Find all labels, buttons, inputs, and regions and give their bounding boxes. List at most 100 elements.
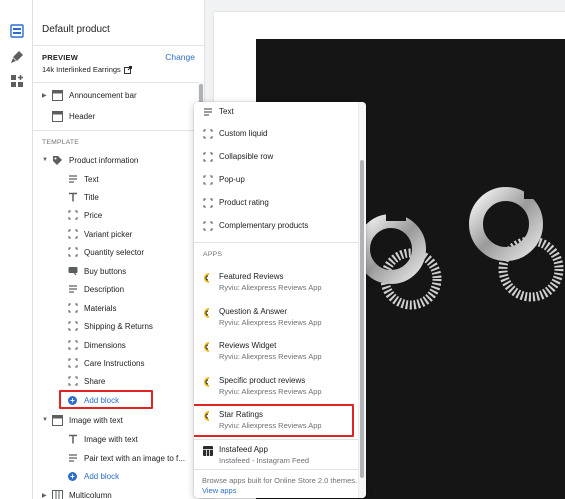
section-announcement-bar[interactable]: Announcement bar <box>52 87 137 103</box>
popup-item-label: Text <box>219 107 234 116</box>
preview-product: 14k Interlinked Earrings <box>42 65 132 74</box>
block-label: Quantity selector <box>84 247 145 257</box>
block-image-with-text[interactable]: Image with text <box>67 431 138 447</box>
browse-apps-copy: Browse apps built for Online Store 2.0 t… <box>202 476 358 485</box>
change-preview-link[interactable]: Change <box>165 52 195 62</box>
expand-caret-icon[interactable]: ▶ <box>42 92 47 99</box>
block-text[interactable]: Text <box>67 171 99 187</box>
block-label: Care Instructions <box>84 358 145 368</box>
section-layout-icon <box>52 414 63 426</box>
section-layout-icon <box>52 89 63 101</box>
block-frame-icon <box>67 303 78 314</box>
collapse-caret-icon[interactable]: ▼ <box>42 157 48 163</box>
block-frame-icon <box>67 358 78 369</box>
block-frame-icon <box>202 174 213 185</box>
section-label: Product information <box>69 155 139 165</box>
sections-sidebar: Default product PREVIEW Change 14k Inter… <box>33 0 205 499</box>
app-item-specific-product-reviews[interactable]: Specific product reviews Ryviu: Aliexpres… <box>202 375 322 397</box>
page-title: Default product <box>42 24 110 35</box>
ryviu-app-icon <box>202 341 213 352</box>
popup-item-label: Product rating <box>219 198 269 207</box>
view-apps-link[interactable]: View apps <box>202 486 236 495</box>
app-name: Reviews Widget <box>219 341 277 350</box>
block-buy-buttons[interactable]: Buy buttons <box>67 263 126 279</box>
app-item-reviews-widget[interactable]: Reviews Widget Ryviu: Aliexpress Reviews … <box>202 340 322 362</box>
highlight-box <box>59 390 153 409</box>
app-provider: Ryviu: Aliexpress Reviews App <box>219 387 322 396</box>
section-image-with-text[interactable]: Image with text <box>52 412 123 428</box>
highlight-box <box>194 404 354 437</box>
text-lines-icon <box>202 106 213 117</box>
block-share[interactable]: Share <box>67 373 105 389</box>
block-description[interactable]: Description <box>67 281 124 297</box>
app-item-question-answer[interactable]: Question & Answer Ryviu: Aliexpress Revie… <box>202 306 322 328</box>
popup-scrollbar-thumb[interactable] <box>360 160 364 478</box>
block-frame-icon <box>67 321 78 332</box>
collapse-caret-icon[interactable]: ▼ <box>42 417 48 423</box>
block-frame-icon <box>67 340 78 351</box>
expand-caret-icon[interactable]: ▶ <box>42 492 47 499</box>
add-block-popover: Text Custom liquid Collapsible row Pop-u… <box>194 102 366 498</box>
ryviu-app-icon <box>202 272 213 283</box>
popup-item-text[interactable]: Text <box>202 106 234 117</box>
section-layout-icon <box>52 110 63 122</box>
divider <box>33 130 204 131</box>
block-label: Image with text <box>84 434 138 444</box>
app-name: Featured Reviews <box>219 272 284 281</box>
divider <box>194 439 360 440</box>
block-label: Share <box>84 376 106 386</box>
app-embeds-icon[interactable] <box>8 72 25 89</box>
block-dimensions[interactable]: Dimensions <box>67 337 126 353</box>
popup-item-label: Pop-up <box>219 175 245 184</box>
tag-icon <box>52 155 63 166</box>
add-block-button[interactable]: + Add block <box>67 468 119 484</box>
block-title[interactable]: Title <box>67 189 99 205</box>
block-label: Variant picker <box>84 229 133 239</box>
popup-item-collapsible-row[interactable]: Collapsible row <box>202 151 273 162</box>
app-item-instafeed[interactable]: Instafeed App Instafeed - Instagram Feed <box>202 444 309 466</box>
text-lines-icon <box>67 174 78 185</box>
popup-item-label: Collapsible row <box>219 152 274 161</box>
block-price[interactable]: Price <box>67 207 102 223</box>
block-materials[interactable]: Materials <box>67 300 116 316</box>
block-shipping-returns[interactable]: Shipping & Returns <box>67 318 153 334</box>
app-provider: Ryviu: Aliexpress Reviews App <box>219 283 322 292</box>
popup-item-complementary-products[interactable]: Complementary products <box>202 220 308 231</box>
block-label: Materials <box>84 303 117 313</box>
text-type-icon <box>67 434 78 445</box>
block-variant-picker[interactable]: Variant picker <box>67 226 132 242</box>
app-item-featured-reviews[interactable]: Featured Reviews Ryviu: Aliexpress Review… <box>202 271 322 293</box>
app-name: Question & Answer <box>219 307 288 316</box>
app-provider: Instafeed - Instagram Feed <box>219 456 310 465</box>
text-lines-icon <box>67 453 78 464</box>
divider <box>33 45 204 46</box>
block-care-instructions[interactable]: Care Instructions <box>67 355 144 371</box>
browse-apps-text: Browse apps built for Online Store 2.0 t… <box>202 476 362 496</box>
block-label: Buy buttons <box>84 266 127 276</box>
section-layout-icon <box>52 489 63 499</box>
preview-label: PREVIEW <box>42 53 78 62</box>
block-quantity-selector[interactable]: Quantity selector <box>67 244 144 260</box>
popup-item-pop-up[interactable]: Pop-up <box>202 174 245 185</box>
block-frame-icon <box>67 376 78 387</box>
ryviu-app-icon <box>202 307 213 318</box>
add-block-label: Add block <box>84 471 120 481</box>
block-frame-icon <box>202 151 213 162</box>
block-frame-icon <box>67 229 78 240</box>
section-multicolumn[interactable]: Multicolumn <box>52 487 112 499</box>
external-link-icon[interactable] <box>123 65 132 74</box>
block-label: Description <box>84 284 125 294</box>
popup-item-product-rating[interactable]: Product rating <box>202 197 269 208</box>
preview-product-name: 14k Interlinked Earrings <box>42 65 121 74</box>
block-frame-icon <box>202 197 213 208</box>
section-product-information[interactable]: Product information <box>52 152 138 168</box>
block-frame-icon <box>67 210 78 221</box>
block-pair-text[interactable]: Pair text with an image to f... <box>67 450 185 466</box>
divider <box>194 242 360 243</box>
section-header[interactable]: Header <box>52 108 95 124</box>
popup-item-custom-liquid[interactable]: Custom liquid <box>202 128 267 139</box>
theme-settings-brush-icon[interactable] <box>8 48 25 65</box>
section-label: Announcement bar <box>69 90 137 100</box>
sections-icon[interactable] <box>8 22 25 39</box>
block-label: Shipping & Returns <box>84 321 153 331</box>
